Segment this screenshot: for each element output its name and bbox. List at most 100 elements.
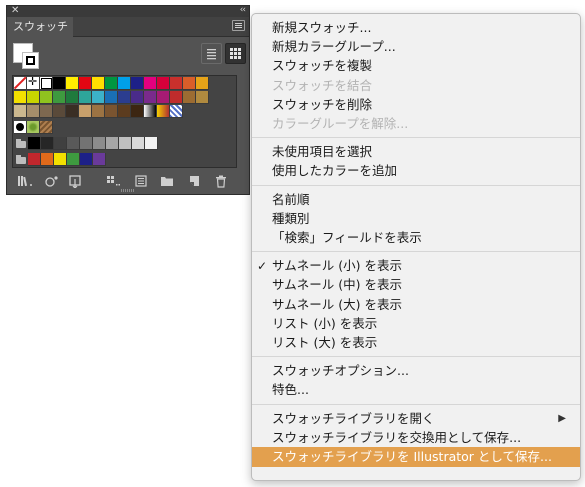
swatch[interactable] (27, 105, 40, 118)
tab-swatches[interactable]: スウォッチ (7, 17, 73, 37)
menu-item[interactable]: スウォッチを複製 (252, 56, 580, 76)
swatch[interactable] (92, 91, 105, 104)
menu-item[interactable]: スウォッチライブラリを開く ▶ (252, 409, 580, 429)
swatch-options-icon[interactable] (69, 175, 83, 191)
swatch[interactable] (183, 91, 196, 104)
menu-item[interactable]: 特色... (252, 380, 580, 400)
swatch[interactable] (14, 105, 27, 118)
swatch-pat3[interactable] (40, 121, 53, 134)
swatch[interactable] (157, 77, 170, 90)
swatch[interactable] (145, 137, 158, 150)
swatch[interactable] (40, 91, 53, 104)
swatch-libraries-icon[interactable] (18, 175, 34, 190)
swatch[interactable] (54, 137, 67, 150)
list-view-button[interactable] (201, 43, 222, 64)
fill-stroke-indicator[interactable] (13, 43, 43, 73)
swatch[interactable] (28, 137, 41, 150)
swatch[interactable] (27, 91, 40, 104)
swatch[interactable] (118, 77, 131, 90)
color-group-icon[interactable] (106, 175, 121, 190)
new-swatch-icon[interactable] (188, 175, 201, 190)
swatch[interactable] (66, 105, 79, 118)
swatch[interactable] (170, 91, 183, 104)
menu-item[interactable]: 「検索」フィールドを表示 (252, 228, 580, 248)
resize-grip[interactable] (121, 189, 135, 192)
swatch[interactable] (66, 77, 79, 90)
menu-item[interactable]: 新規スウォッチ... (252, 18, 580, 38)
swatch-pat2[interactable] (27, 121, 40, 134)
swatch[interactable] (80, 153, 93, 166)
grid-view-button[interactable] (225, 43, 246, 64)
swatch[interactable] (67, 137, 80, 150)
menu-item[interactable]: 使用したカラーを追加 (252, 161, 580, 181)
menu-item[interactable]: スウォッチを削除 (252, 95, 580, 115)
new-color-group-icon[interactable] (160, 175, 174, 190)
swatch-grad2[interactable] (157, 105, 170, 118)
swatch[interactable] (80, 137, 93, 150)
swatch[interactable] (66, 91, 79, 104)
swatch[interactable] (93, 153, 106, 166)
swatch[interactable] (93, 137, 106, 150)
menu-item[interactable]: ✓ サムネール (小) を表示 (252, 256, 580, 276)
swatch[interactable] (119, 137, 132, 150)
stroke-swatch[interactable] (22, 52, 39, 69)
swatch[interactable] (92, 105, 105, 118)
swatch[interactable] (53, 91, 66, 104)
menu-item[interactable]: スウォッチオプション... (252, 361, 580, 381)
edit-color-group-icon[interactable] (135, 175, 148, 190)
collapse-icon[interactable]: ‹‹ (240, 4, 246, 17)
swatch[interactable] (105, 105, 118, 118)
swatch[interactable] (53, 77, 66, 90)
menu-item[interactable]: スウォッチライブラリを Illustrator として保存... (252, 447, 580, 467)
swatch[interactable] (144, 91, 157, 104)
swatch[interactable] (106, 137, 119, 150)
menu-item[interactable]: リスト (大) を表示 (252, 333, 580, 353)
swatch[interactable] (118, 91, 131, 104)
swatch[interactable] (41, 153, 54, 166)
swatch[interactable] (53, 105, 66, 118)
swatch[interactable] (196, 91, 209, 104)
swatch[interactable] (183, 77, 196, 90)
color-group-folder-icon[interactable] (14, 153, 28, 166)
swatch[interactable] (67, 153, 80, 166)
menu-item[interactable]: サムネール (大) を表示 (252, 295, 580, 315)
swatch[interactable] (131, 105, 144, 118)
menu-item[interactable]: 未使用項目を選択 (252, 142, 580, 162)
menu-item[interactable]: サムネール (中) を表示 (252, 275, 580, 295)
swatch[interactable] (132, 137, 145, 150)
swatch[interactable] (170, 77, 183, 90)
menu-item[interactable]: 種類別 (252, 209, 580, 229)
close-icon[interactable]: ✕ (11, 4, 19, 17)
menu-item[interactable]: リスト (小) を表示 (252, 314, 580, 334)
menu-item[interactable]: 名前順 (252, 190, 580, 210)
swatch-grad1[interactable] (144, 105, 157, 118)
swatch[interactable] (105, 77, 118, 90)
swatch[interactable] (157, 91, 170, 104)
swatch[interactable] (131, 77, 144, 90)
menu-item[interactable]: 新規カラーグループ... (252, 37, 580, 57)
color-group-folder-icon[interactable] (14, 137, 28, 150)
swatch[interactable] (196, 77, 209, 90)
swatch[interactable] (40, 105, 53, 118)
swatch-registration[interactable] (27, 75, 40, 90)
menu-item[interactable]: スウォッチライブラリを交換用として保存... (252, 428, 580, 448)
swatch[interactable] (79, 105, 92, 118)
swatch-grad3[interactable] (170, 105, 183, 118)
swatch[interactable] (79, 77, 92, 90)
swatch[interactable] (105, 91, 118, 104)
show-kinds-icon[interactable] (45, 175, 59, 190)
swatch[interactable] (79, 91, 92, 104)
swatch[interactable] (40, 77, 53, 90)
swatch[interactable] (28, 153, 41, 166)
swatch[interactable] (144, 77, 157, 90)
swatch[interactable] (14, 91, 27, 104)
swatch-pat1[interactable] (14, 121, 27, 134)
swatch[interactable] (118, 105, 131, 118)
swatch-none[interactable] (14, 77, 27, 90)
swatch[interactable] (54, 153, 67, 166)
delete-swatch-icon[interactable] (215, 175, 227, 191)
swatch[interactable] (131, 91, 144, 104)
panel-menu-icon[interactable] (232, 20, 245, 31)
swatch[interactable] (41, 137, 54, 150)
swatch[interactable] (92, 77, 105, 90)
